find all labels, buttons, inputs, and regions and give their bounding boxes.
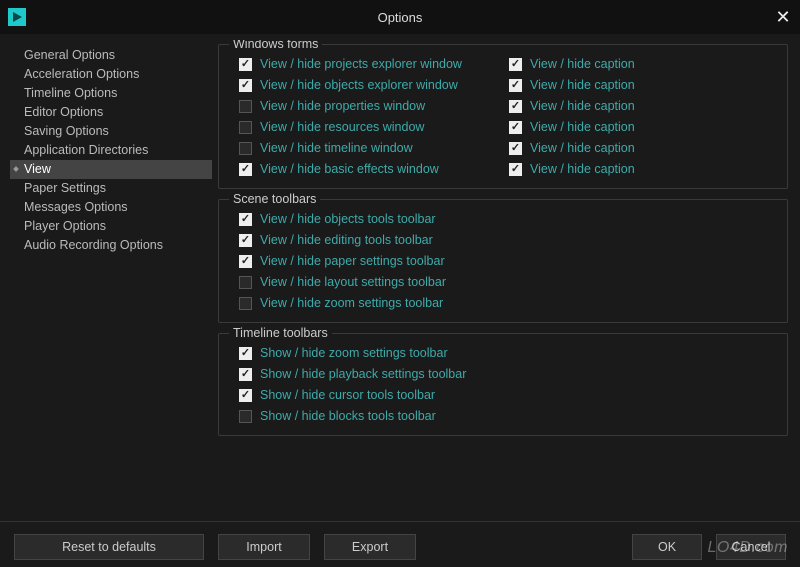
checkbox-label[interactable]: Show / hide playback settings toolbar	[260, 367, 466, 381]
checkbox[interactable]	[239, 276, 252, 289]
checkbox[interactable]	[509, 121, 522, 134]
sidebar-item[interactable]: Paper Settings	[10, 179, 212, 198]
checkbox[interactable]	[509, 100, 522, 113]
checkbox-row: View / hide properties window	[239, 96, 509, 116]
sidebar-item[interactable]: Messages Options	[10, 198, 212, 217]
sidebar-item[interactable]: View	[10, 160, 212, 179]
checkbox[interactable]	[239, 347, 252, 360]
checkbox-row: View / hide resources window	[239, 117, 509, 137]
sidebar-item[interactable]: Saving Options	[10, 122, 212, 141]
group-scene-toolbars: Scene toolbars View / hide objects tools…	[218, 199, 788, 323]
checkbox[interactable]	[239, 255, 252, 268]
checkbox-label[interactable]: Show / hide cursor tools toolbar	[260, 388, 435, 402]
sidebar-item[interactable]: Audio Recording Options	[10, 236, 212, 255]
checkbox[interactable]	[239, 58, 252, 71]
checkbox[interactable]	[239, 79, 252, 92]
ok-button[interactable]: OK	[632, 534, 702, 560]
checkbox-label[interactable]: Show / hide blocks tools toolbar	[260, 409, 436, 423]
group-title: Timeline toolbars	[229, 326, 332, 340]
cancel-button[interactable]: Cancel	[716, 534, 786, 560]
checkbox-label[interactable]: View / hide editing tools toolbar	[260, 233, 433, 247]
checkbox-label[interactable]: View / hide resources window	[260, 120, 424, 134]
checkbox[interactable]	[239, 297, 252, 310]
checkbox-row: View / hide caption	[509, 138, 775, 158]
checkbox-label[interactable]: View / hide zoom settings toolbar	[260, 296, 443, 310]
checkbox-row: View / hide paper settings toolbar	[239, 251, 775, 271]
checkbox[interactable]	[239, 213, 252, 226]
checkbox[interactable]	[239, 100, 252, 113]
checkbox-row: View / hide timeline window	[239, 138, 509, 158]
checkbox-label[interactable]: Show / hide zoom settings toolbar	[260, 346, 448, 360]
checkbox-row: View / hide caption	[509, 96, 775, 116]
checkbox[interactable]	[239, 368, 252, 381]
checkbox-row: View / hide layout settings toolbar	[239, 272, 775, 292]
checkbox[interactable]	[239, 163, 252, 176]
checkbox[interactable]	[239, 121, 252, 134]
checkbox-label[interactable]: View / hide paper settings toolbar	[260, 254, 445, 268]
checkbox-label[interactable]: View / hide caption	[530, 141, 635, 155]
checkbox-row: View / hide zoom settings toolbar	[239, 293, 775, 313]
import-button[interactable]: Import	[218, 534, 310, 560]
footer: Reset to defaults Import Export OK Cance…	[0, 521, 800, 561]
checkbox[interactable]	[239, 410, 252, 423]
checkbox-label[interactable]: View / hide timeline window	[260, 141, 413, 155]
close-icon[interactable]: ✕	[774, 8, 792, 26]
checkbox-row: Show / hide blocks tools toolbar	[239, 406, 775, 426]
checkbox-label[interactable]: View / hide caption	[530, 162, 635, 176]
content-panel: Windows forms View / hide projects explo…	[216, 40, 790, 514]
checkbox-row: Show / hide zoom settings toolbar	[239, 343, 775, 363]
group-timeline-toolbars: Timeline toolbars Show / hide zoom setti…	[218, 333, 788, 436]
checkbox-label[interactable]: View / hide caption	[530, 57, 635, 71]
checkbox-row: View / hide editing tools toolbar	[239, 230, 775, 250]
checkbox-label[interactable]: View / hide caption	[530, 120, 635, 134]
sidebar: General OptionsAcceleration OptionsTimel…	[6, 40, 216, 514]
checkbox-row: View / hide caption	[509, 75, 775, 95]
export-button[interactable]: Export	[324, 534, 416, 560]
checkbox-label[interactable]: View / hide basic effects window	[260, 162, 439, 176]
checkbox[interactable]	[509, 58, 522, 71]
checkbox[interactable]	[509, 163, 522, 176]
group-title: Windows forms	[229, 40, 322, 51]
checkbox-row: View / hide objects explorer window	[239, 75, 509, 95]
app-icon	[8, 8, 26, 26]
checkbox-row: Show / hide playback settings toolbar	[239, 364, 775, 384]
checkbox[interactable]	[509, 142, 522, 155]
checkbox-label[interactable]: View / hide objects explorer window	[260, 78, 458, 92]
checkbox-label[interactable]: View / hide caption	[530, 99, 635, 113]
sidebar-item[interactable]: Player Options	[10, 217, 212, 236]
checkbox[interactable]	[239, 142, 252, 155]
checkbox-row: View / hide basic effects window	[239, 159, 509, 179]
titlebar: Options ✕	[0, 0, 800, 34]
checkbox-label[interactable]: View / hide properties window	[260, 99, 425, 113]
group-title: Scene toolbars	[229, 192, 320, 206]
window-title: Options	[0, 10, 800, 25]
checkbox-row: View / hide caption	[509, 54, 775, 74]
group-windows-forms: Windows forms View / hide projects explo…	[218, 44, 788, 189]
checkbox-row: View / hide caption	[509, 159, 775, 179]
sidebar-item[interactable]: Editor Options	[10, 103, 212, 122]
sidebar-item[interactable]: Timeline Options	[10, 84, 212, 103]
checkbox-row: View / hide caption	[509, 117, 775, 137]
checkbox-row: Show / hide cursor tools toolbar	[239, 385, 775, 405]
checkbox-label[interactable]: View / hide projects explorer window	[260, 57, 462, 71]
sidebar-item[interactable]: Acceleration Options	[10, 65, 212, 84]
checkbox-label[interactable]: View / hide objects tools toolbar	[260, 212, 436, 226]
checkbox[interactable]	[509, 79, 522, 92]
checkbox[interactable]	[239, 389, 252, 402]
checkbox-label[interactable]: View / hide layout settings toolbar	[260, 275, 446, 289]
checkbox-label[interactable]: View / hide caption	[530, 78, 635, 92]
checkbox-row: View / hide projects explorer window	[239, 54, 509, 74]
sidebar-item[interactable]: General Options	[10, 46, 212, 65]
checkbox[interactable]	[239, 234, 252, 247]
checkbox-row: View / hide objects tools toolbar	[239, 209, 775, 229]
sidebar-item[interactable]: Application Directories	[10, 141, 212, 160]
reset-button[interactable]: Reset to defaults	[14, 534, 204, 560]
